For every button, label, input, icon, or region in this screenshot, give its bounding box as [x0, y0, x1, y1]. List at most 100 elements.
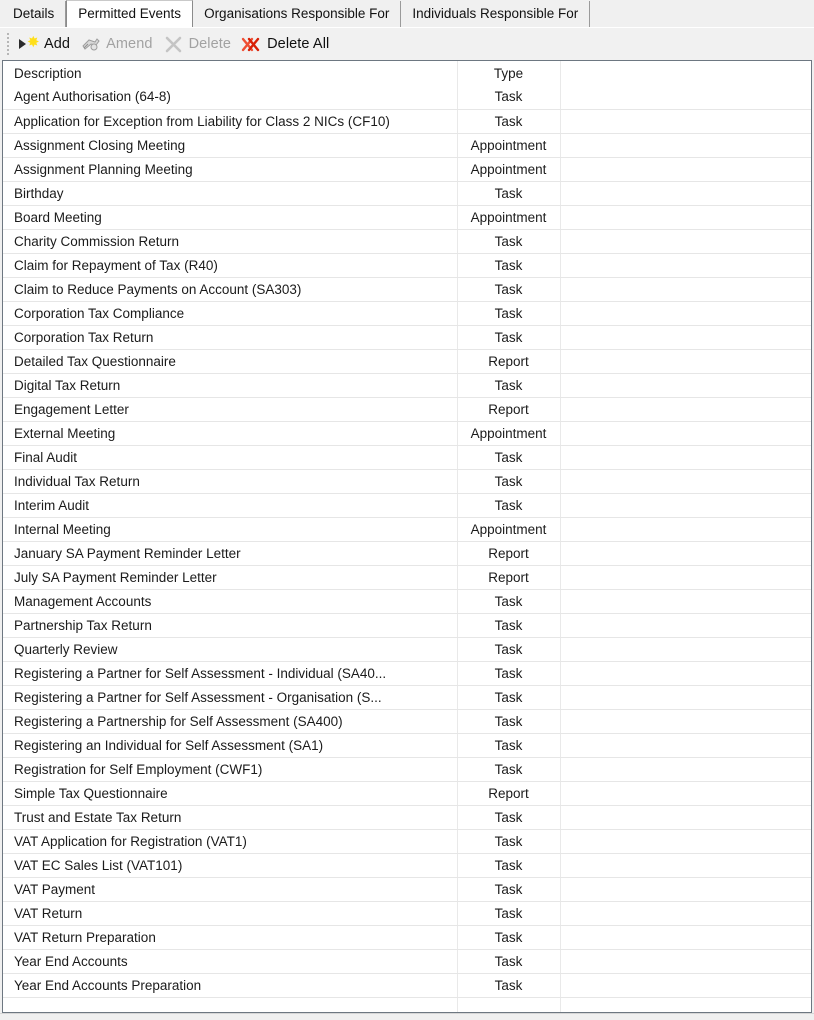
cell-extra	[560, 589, 811, 614]
cell-extra	[560, 301, 811, 326]
cell-extra	[560, 181, 811, 206]
cell-extra	[560, 325, 811, 350]
table-row[interactable]: Simple Tax Questionnaire Report	[3, 781, 811, 806]
table-row[interactable]: VAT Payment Task	[3, 877, 811, 902]
cell-extra	[560, 829, 811, 854]
cell-type: Task	[457, 325, 561, 350]
table-row-empty[interactable]	[3, 997, 811, 1012]
table-row[interactable]: Registering a Partner for Self Assessmen…	[3, 685, 811, 710]
table-row[interactable]: Registering an Individual for Self Asses…	[3, 733, 811, 758]
table-row[interactable]: Assignment Closing Meeting Appointment	[3, 133, 811, 158]
table-row[interactable]: VAT Return Task	[3, 901, 811, 926]
cell-type: Task	[457, 949, 561, 974]
cell-type: Task	[457, 589, 561, 614]
cell-type: Task	[457, 301, 561, 326]
cell-description: Trust and Estate Tax Return	[3, 805, 458, 830]
cell-description: Management Accounts	[3, 589, 458, 614]
table-row[interactable]: Corporation Tax Return Task	[3, 325, 811, 350]
cell-extra	[560, 253, 811, 278]
delete-button[interactable]: Delete	[160, 32, 239, 56]
cell-type: Task	[457, 613, 561, 638]
cell-empty	[3, 997, 458, 1012]
table-row[interactable]: External Meeting Appointment	[3, 421, 811, 446]
cell-description: Digital Tax Return	[3, 373, 458, 398]
table-row[interactable]: Quarterly Review Task	[3, 637, 811, 662]
table-row[interactable]: Claim to Reduce Payments on Account (SA3…	[3, 277, 811, 302]
cell-type: Task	[457, 877, 561, 902]
table-row[interactable]: Corporation Tax Compliance Task	[3, 301, 811, 326]
table-row[interactable]: Year End Accounts Preparation Task	[3, 973, 811, 998]
tab-permitted-events[interactable]: Permitted Events	[66, 0, 194, 27]
cell-type: Task	[457, 253, 561, 278]
column-header-extra[interactable]	[560, 61, 811, 85]
tab-individuals-responsible-for[interactable]: Individuals Responsible For	[401, 1, 591, 27]
table-row[interactable]: Registration for Self Employment (CWF1) T…	[3, 757, 811, 782]
table-row[interactable]: Registering a Partner for Self Assessmen…	[3, 661, 811, 686]
cell-extra	[560, 109, 811, 134]
table-row[interactable]: Board Meeting Appointment	[3, 205, 811, 230]
permitted-events-list[interactable]: Description Type Agent Authorisation (64…	[2, 60, 812, 1013]
toolbar-grip-handle[interactable]	[4, 33, 11, 55]
cell-type: Task	[457, 109, 561, 134]
column-header-type[interactable]: Type	[457, 61, 561, 85]
cell-extra	[560, 133, 811, 158]
cell-description: VAT EC Sales List (VAT101)	[3, 853, 458, 878]
table-row[interactable]: Application for Exception from Liability…	[3, 109, 811, 134]
cell-description: Simple Tax Questionnaire	[3, 781, 458, 806]
table-row[interactable]: Interim Audit Task	[3, 493, 811, 518]
table-row[interactable]: July SA Payment Reminder Letter Report	[3, 565, 811, 590]
tab-label: Individuals Responsible For	[412, 6, 579, 21]
cell-extra	[560, 709, 811, 734]
cell-extra	[560, 613, 811, 638]
tab-details[interactable]: Details	[1, 1, 67, 27]
cell-type: Task	[457, 469, 561, 494]
tab-organisations-responsible-for[interactable]: Organisations Responsible For	[193, 1, 402, 27]
cell-type: Task	[457, 853, 561, 878]
cell-extra	[560, 493, 811, 518]
cell-extra	[560, 805, 811, 830]
cell-extra	[560, 925, 811, 950]
cell-description: Assignment Planning Meeting	[3, 157, 458, 182]
table-row[interactable]: Trust and Estate Tax Return Task	[3, 805, 811, 830]
table-row[interactable]: VAT EC Sales List (VAT101) Task	[3, 853, 811, 878]
table-row[interactable]: Year End Accounts Task	[3, 949, 811, 974]
cell-type: Task	[457, 493, 561, 518]
table-row[interactable]: Digital Tax Return Task	[3, 373, 811, 398]
table-row[interactable]: Charity Commission Return Task	[3, 229, 811, 254]
tab-label: Permitted Events	[78, 6, 182, 21]
cell-description: Engagement Letter	[3, 397, 458, 422]
table-row[interactable]: Registering a Partnership for Self Asses…	[3, 709, 811, 734]
cell-extra	[560, 277, 811, 302]
table-row[interactable]: Engagement Letter Report	[3, 397, 811, 422]
cell-extra	[560, 661, 811, 686]
cell-description: Quarterly Review	[3, 637, 458, 662]
table-row[interactable]: Management Accounts Task	[3, 589, 811, 614]
table-row[interactable]: Partnership Tax Return Task	[3, 613, 811, 638]
amend-button[interactable]: Amend	[77, 32, 159, 56]
table-row[interactable]: Agent Authorisation (64-8) Task	[3, 85, 811, 110]
table-row[interactable]: Final Audit Task	[3, 445, 811, 470]
cell-description: Registration for Self Employment (CWF1)	[3, 757, 458, 782]
cell-description: Corporation Tax Return	[3, 325, 458, 350]
delete-all-icon	[241, 35, 262, 54]
cell-description: Claim to Reduce Payments on Account (SA3…	[3, 277, 458, 302]
add-button[interactable]: Add	[15, 32, 77, 56]
table-row[interactable]: Claim for Repayment of Tax (R40) Task	[3, 253, 811, 278]
table-row[interactable]: Detailed Tax Questionnaire Report	[3, 349, 811, 374]
cell-type: Task	[457, 829, 561, 854]
table-row[interactable]: Individual Tax Return Task	[3, 469, 811, 494]
table-row[interactable]: Assignment Planning Meeting Appointment	[3, 157, 811, 182]
delete-all-button[interactable]: Delete All	[238, 32, 336, 56]
cell-description: July SA Payment Reminder Letter	[3, 565, 458, 590]
cell-extra	[560, 685, 811, 710]
table-row[interactable]: January SA Payment Reminder Letter Report	[3, 541, 811, 566]
column-header-description[interactable]: Description	[3, 61, 458, 85]
cell-type: Report	[457, 349, 561, 374]
table-row[interactable]: VAT Return Preparation Task	[3, 925, 811, 950]
cell-description: Detailed Tax Questionnaire	[3, 349, 458, 374]
table-row[interactable]: Internal Meeting Appointment	[3, 517, 811, 542]
table-row[interactable]: VAT Application for Registration (VAT1) T…	[3, 829, 811, 854]
cell-description: VAT Return	[3, 901, 458, 926]
cell-description: Registering a Partner for Self Assessmen…	[3, 661, 458, 686]
table-row[interactable]: Birthday Task	[3, 181, 811, 206]
